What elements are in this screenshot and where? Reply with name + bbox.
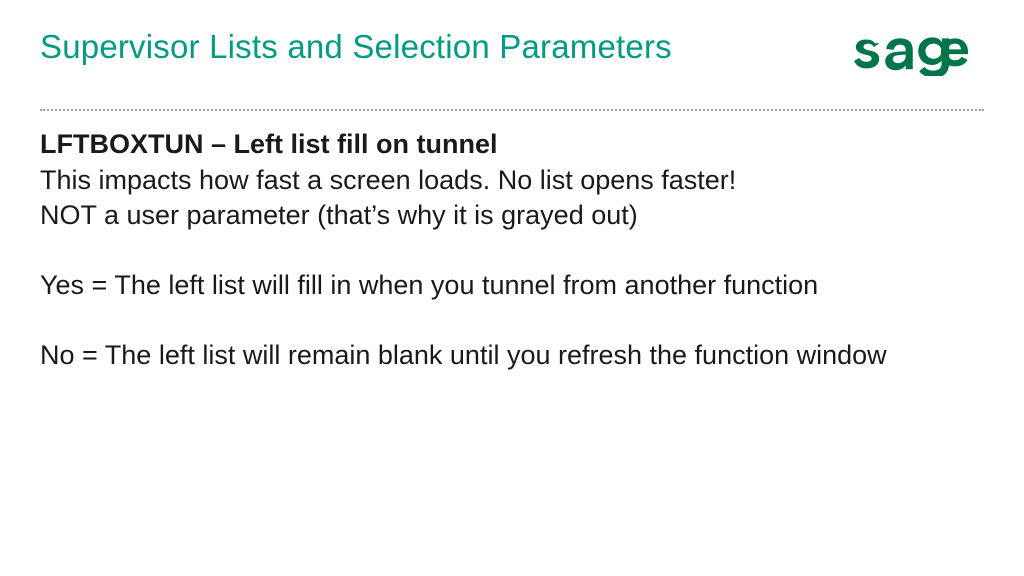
- spacer: [40, 304, 980, 338]
- spacer: [40, 234, 980, 268]
- no-definition: No = The left list will remain blank unt…: [40, 338, 980, 374]
- brand-logo: [854, 24, 984, 81]
- param-name: Left list fill on tunnel: [234, 129, 498, 159]
- body-text: LFTBOXTUN – Left list fill on tunnel Thi…: [40, 127, 980, 373]
- sage-logo-icon: [854, 24, 984, 76]
- param-heading: LFTBOXTUN – Left list fill on tunnel: [40, 129, 498, 159]
- param-line: LFTBOXTUN – Left list fill on tunnel: [40, 127, 980, 163]
- slide: Supervisor Lists and Selection Parameter…: [0, 0, 1024, 576]
- page-title: Supervisor Lists and Selection Parameter…: [40, 28, 672, 66]
- param-code: LFTBOXTUN: [40, 129, 203, 159]
- desc-line-1: This impacts how fast a screen loads. No…: [40, 163, 980, 199]
- divider: [40, 109, 984, 111]
- param-sep: –: [203, 129, 233, 159]
- yes-definition: Yes = The left list will fill in when yo…: [40, 268, 980, 304]
- header: Supervisor Lists and Selection Parameter…: [40, 28, 984, 81]
- desc-line-2: NOT a user parameter (that’s why it is g…: [40, 198, 980, 234]
